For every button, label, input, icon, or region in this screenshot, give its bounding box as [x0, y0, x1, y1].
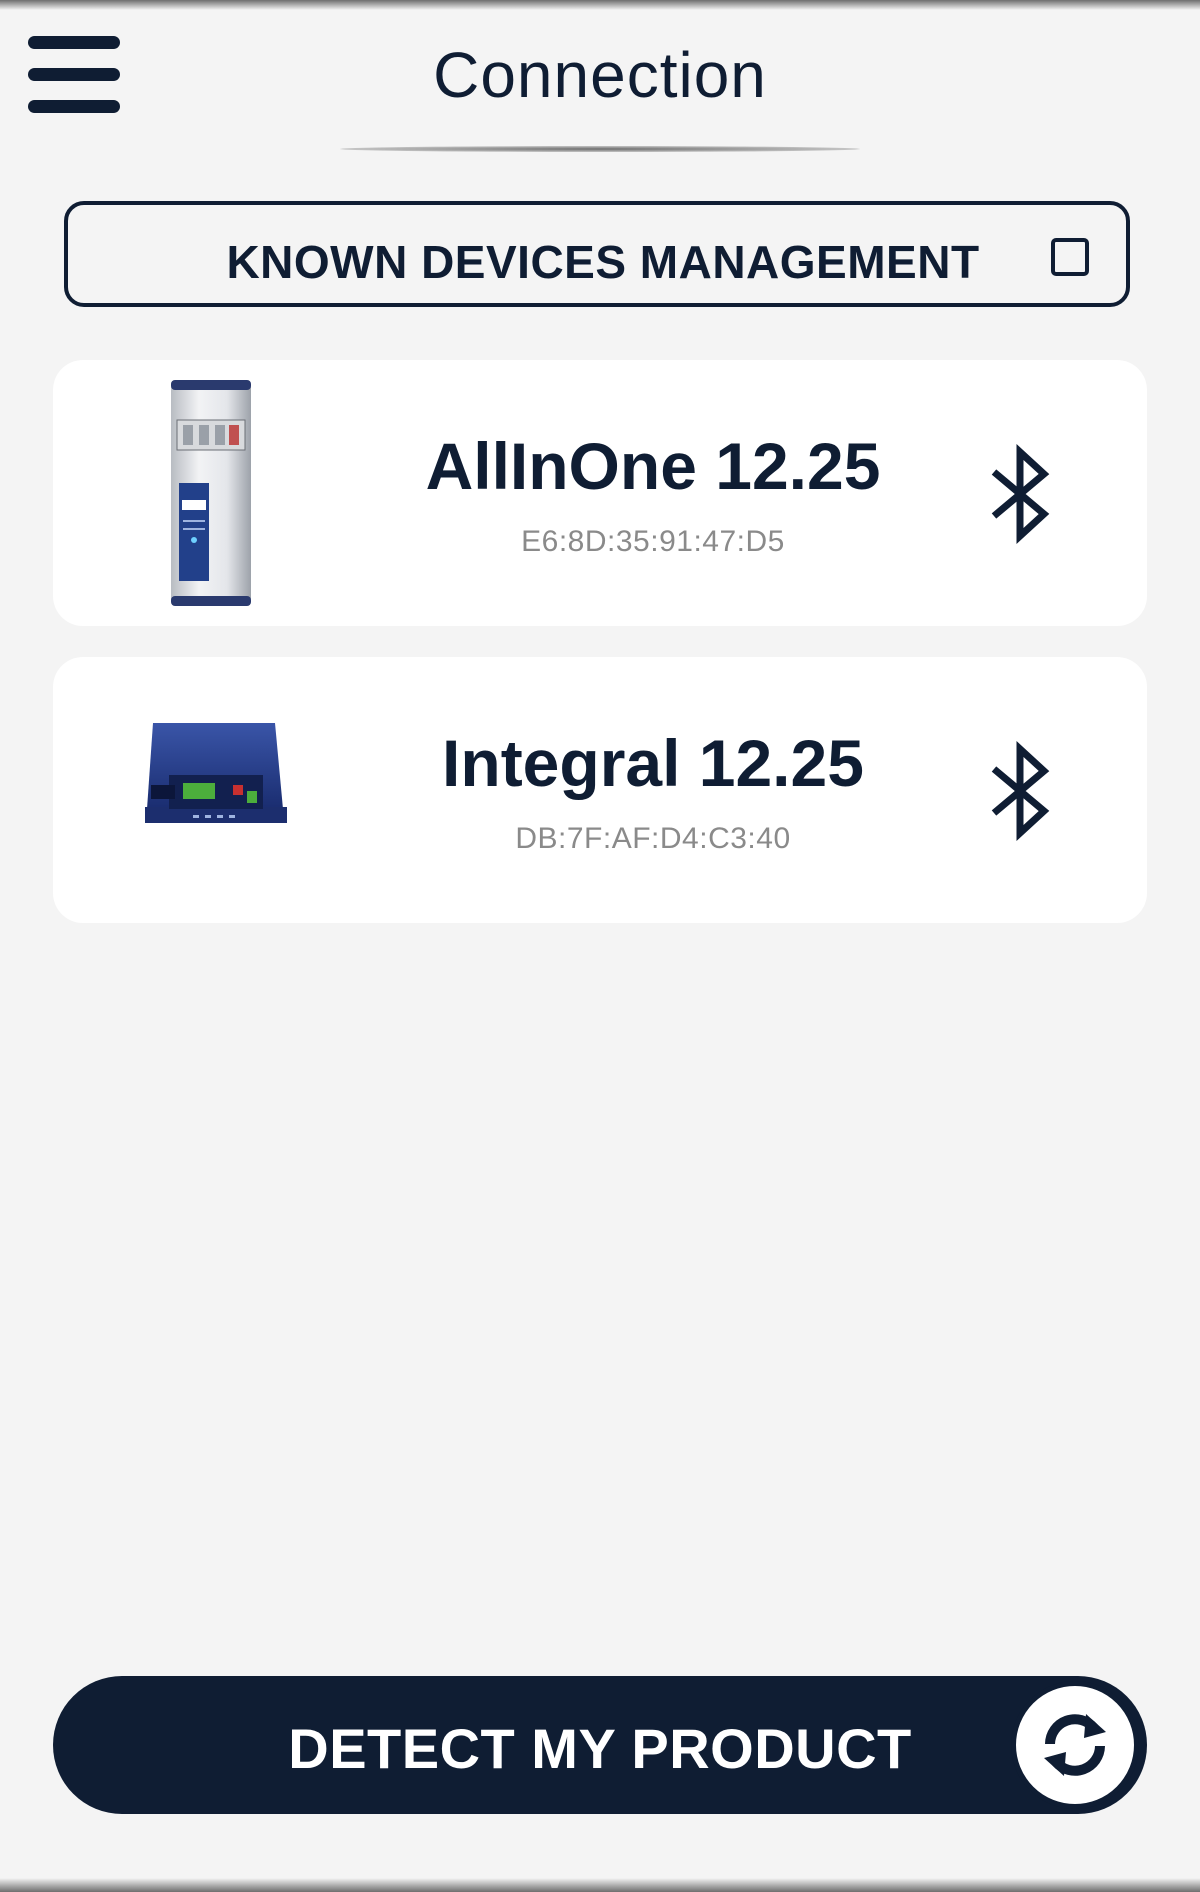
top-edge-shadow	[0, 0, 1200, 10]
device-card[interactable]: AllInOne 12.25 E6:8D:35:91:47:D5	[53, 360, 1147, 626]
refresh-button[interactable]	[1011, 1681, 1139, 1809]
device-name: Integral 12.25	[442, 726, 864, 800]
refresh-icon	[1044, 1714, 1106, 1776]
device-name: AllInOne 12.25	[425, 429, 881, 503]
integral-device-image	[145, 723, 287, 823]
allinone-device-image	[171, 380, 251, 606]
title-underline	[340, 146, 860, 152]
menu-button[interactable]	[26, 32, 122, 118]
page-title: Connection	[433, 39, 767, 111]
known-devices-checkbox[interactable]	[1051, 238, 1089, 276]
device-card[interactable]: Integral 12.25 DB:7F:AF:D4:C3:40	[53, 657, 1147, 923]
bottom-edge-shadow	[0, 1878, 1200, 1892]
bluetooth-icon[interactable]	[986, 741, 1056, 841]
device-mac-address: E6:8D:35:91:47:D5	[521, 525, 785, 558]
detect-my-product-button[interactable]: DETECT MY PRODUCT	[53, 1676, 1147, 1814]
known-devices-label: KNOWN DEVICES MANAGEMENT	[226, 236, 980, 288]
detect-button-label: DETECT MY PRODUCT	[288, 1717, 912, 1780]
known-devices-management-button[interactable]: KNOWN DEVICES MANAGEMENT	[64, 201, 1130, 307]
device-mac-address: DB:7F:AF:D4:C3:40	[515, 822, 791, 855]
bluetooth-icon[interactable]	[986, 444, 1056, 544]
